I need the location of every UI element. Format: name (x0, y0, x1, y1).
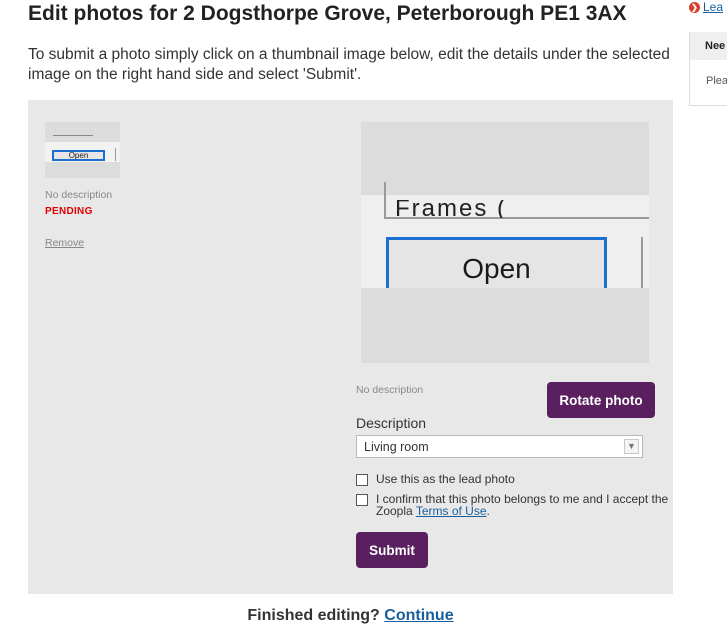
photo-thumbnail[interactable]: Open (45, 122, 120, 178)
finished-editing: Finished editing? Continue (0, 607, 701, 625)
confirm-ownership-label: I confirm that this photo belongs to me … (376, 493, 668, 517)
photo-preview: Frames ( Open (361, 122, 649, 363)
preview-cut-text: Frames ( (395, 200, 507, 218)
confirm-text-zoopla: Zoopla (376, 504, 413, 518)
confirm-period: . (486, 504, 490, 518)
description-select[interactable]: Living room ▼ (356, 435, 643, 458)
intro-text: To submit a photo simply click on a thum… (28, 46, 670, 83)
thumbnail-line (53, 135, 93, 136)
sidebar-panel-heading: Nee (690, 32, 727, 60)
chevron-down-icon[interactable]: ▼ (624, 439, 639, 454)
lead-photo-checkbox[interactable] (356, 474, 368, 486)
circle-chevron-right-icon: ❯ (689, 2, 700, 13)
rotate-photo-button[interactable]: Rotate photo (547, 382, 655, 418)
sidebar-link[interactable]: ❯ Lea (689, 0, 723, 14)
sidebar-link-label[interactable]: Lea (703, 0, 723, 14)
description-select-value: Living room (364, 440, 429, 454)
terms-of-use-link[interactable]: Terms of Use (416, 504, 487, 518)
finished-text: Finished editing? (247, 607, 380, 624)
lead-photo-label: Use this as the lead photo (376, 472, 515, 486)
remove-link[interactable]: Remove (45, 237, 84, 249)
submit-button[interactable]: Submit (356, 532, 428, 568)
preview-right-edge (641, 237, 643, 289)
preview-caption: No description (356, 384, 424, 396)
thumbnail-open-button-image: Open (52, 150, 105, 161)
confirm-ownership-checkbox[interactable] (356, 494, 368, 506)
description-label: Description (356, 415, 427, 431)
thumbnail-caption: No description (45, 189, 113, 201)
sidebar-help-panel: Nee Plea (689, 32, 727, 106)
photo-editor-panel: Open No description PENDING Remove Frame… (28, 100, 673, 594)
sidebar-panel-text: Plea (706, 75, 727, 87)
preview-lower-area (361, 288, 649, 363)
status-badge: PENDING (45, 206, 93, 217)
thumbnail-edge (115, 148, 116, 161)
continue-link[interactable]: Continue (384, 607, 453, 624)
page-title: Edit photos for 2 Dogsthorpe Grove, Pete… (28, 2, 627, 25)
